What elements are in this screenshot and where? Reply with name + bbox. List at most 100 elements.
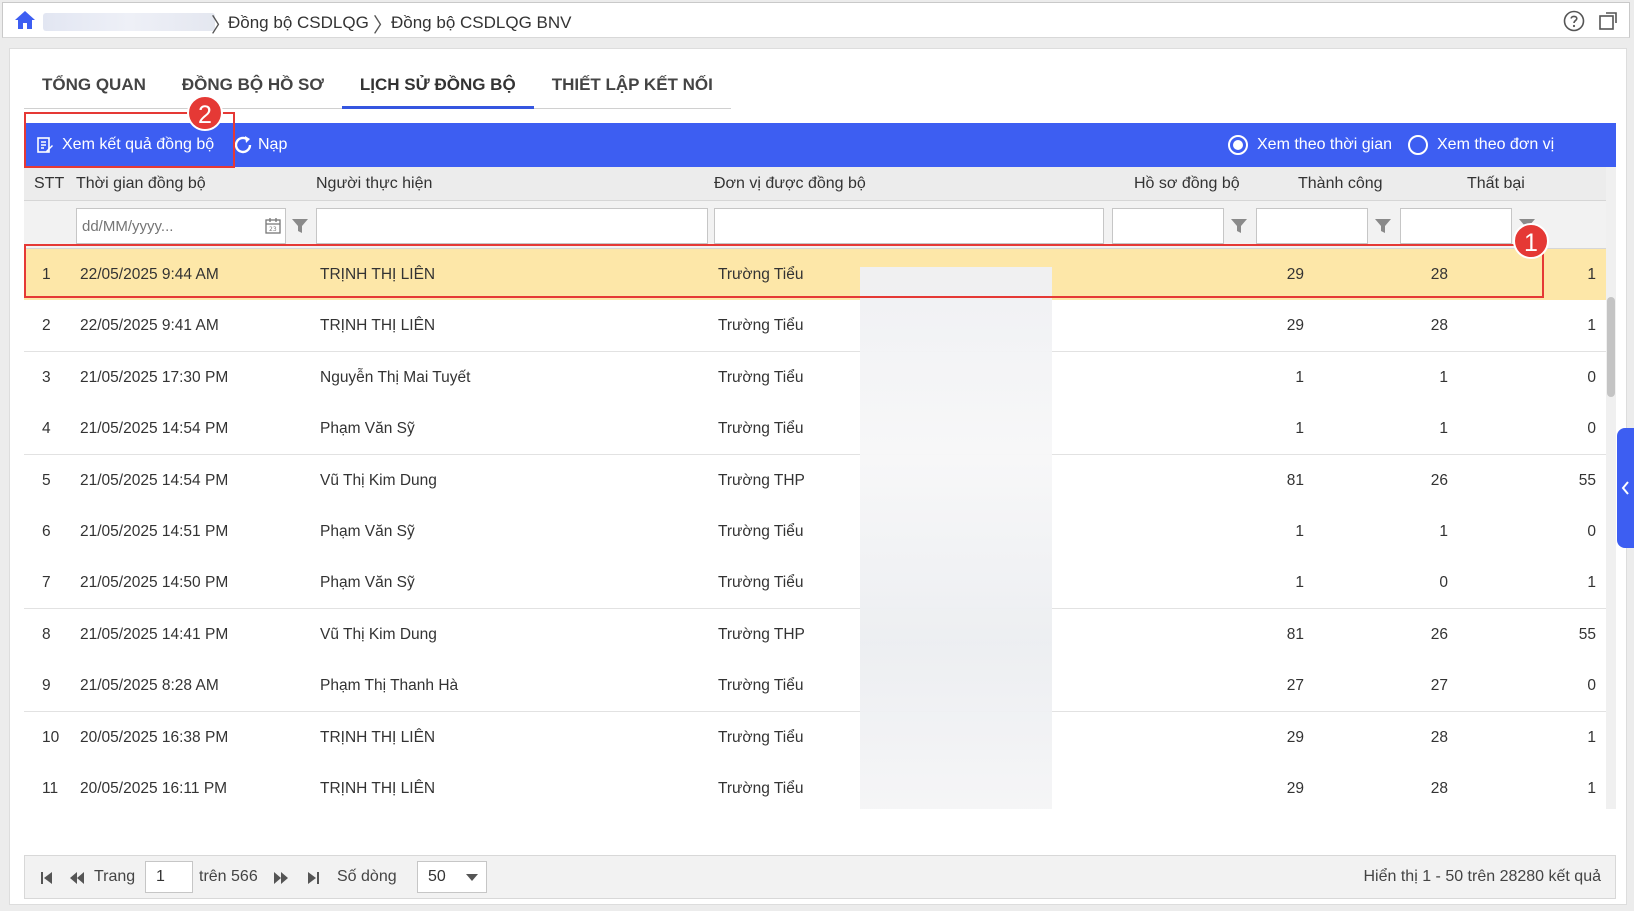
cell-success: 26 [1430, 471, 1448, 489]
unit-filter-input[interactable] [714, 208, 1104, 244]
cell-stt: 9 [42, 677, 51, 695]
column-header-failed[interactable]: Thất bại [1467, 175, 1525, 193]
table-row[interactable]: 4 21/05/2025 14:54 PM Phạm Văn Sỹ Trường Ti… [24, 403, 1606, 456]
filter-icon[interactable] [1374, 217, 1392, 235]
side-panel-toggle[interactable] [1617, 428, 1634, 548]
previous-page-icon[interactable] [69, 870, 85, 886]
cell-user: Vũ Thị Kim Dung [320, 471, 437, 489]
radio-by-time[interactable]: Xem theo thời gian [1228, 123, 1392, 167]
pager: Trang 1 trên 566 Số dòng 50 Hiển thị 1 -… [24, 855, 1616, 899]
records-filter-input[interactable] [1112, 208, 1224, 244]
radio-unselected-icon [1408, 135, 1428, 155]
table-row[interactable]: 11 20/05/2025 16:11 PM TRỊNH THỊ LIÊN Trườn… [24, 763, 1606, 809]
tab-sync-history[interactable]: LỊCH SỬ ĐỒNG BỘ [341, 73, 534, 109]
chevron-left-icon [1621, 481, 1629, 495]
cell-failed: 0 [1587, 677, 1596, 695]
cell-records: 29 [1286, 728, 1304, 746]
cell-success: 0 [1439, 574, 1448, 592]
cell-user: TRỊNH THỊ LIÊN [320, 780, 436, 797]
user-filter-input[interactable] [316, 208, 708, 244]
filter-icon[interactable] [1230, 217, 1248, 235]
cell-success: 27 [1430, 677, 1448, 695]
cell-stt: 10 [42, 728, 60, 746]
cell-failed: 1 [1587, 728, 1596, 746]
table-row[interactable]: 9 21/05/2025 8:28 AM Phạm Thị Thanh Hà Trườ… [24, 660, 1606, 713]
cell-failed: 1 [1587, 574, 1596, 592]
open-window-icon[interactable] [1597, 10, 1619, 32]
breadcrumb-item-current: Đồng bộ CSDLQG BNV [391, 13, 572, 32]
tab-overview[interactable]: TỔNG QUAN [24, 73, 164, 109]
blurred-breadcrumb-item [43, 13, 215, 31]
cell-failed: 0 [1587, 368, 1596, 386]
filter-icon[interactable] [291, 217, 309, 235]
last-page-icon[interactable] [305, 870, 321, 886]
date-filter-input[interactable] [76, 208, 286, 244]
tab-bar: TỔNG QUAN ĐỒNG BỘ HỒ SƠ LỊCH SỬ ĐỒNG BỘ … [24, 73, 731, 109]
cell-failed: 1 [1587, 317, 1596, 335]
table-row[interactable]: 5 21/05/2025 14:54 PM Vũ Thị Kim Dung Trườn… [24, 454, 1606, 507]
filter-row: 23 [24, 201, 1606, 249]
cell-time: 21/05/2025 14:41 PM [80, 625, 229, 643]
cell-success: 1 [1439, 523, 1448, 540]
cell-failed: 55 [1578, 625, 1596, 643]
cell-failed: 0 [1587, 523, 1596, 540]
reload-label: Nạp [258, 136, 288, 153]
cell-unit: Trường Tiểu [718, 728, 804, 746]
cell-unit: Trường Tiểu [718, 368, 804, 386]
radio-by-unit[interactable]: Xem theo đơn vị [1408, 123, 1554, 167]
scrollbar-thumb[interactable] [1607, 297, 1615, 397]
cell-stt: 11 [42, 780, 59, 797]
annotation-frame-selected-row [24, 244, 1544, 298]
cell-unit: Trường Tiểu [718, 420, 804, 438]
cell-success: 28 [1430, 317, 1448, 335]
cell-unit: Trường Tiểu [718, 523, 804, 540]
tab-connection-settings[interactable]: THIẾT LẬP KẾT NỐI [534, 73, 731, 109]
vertical-scrollbar[interactable] [1606, 167, 1616, 809]
cell-stt: 6 [42, 523, 51, 540]
column-header-unit[interactable]: Đơn vị được đồng bộ [714, 175, 866, 193]
refresh-icon [234, 136, 252, 154]
cell-records: 81 [1286, 625, 1304, 643]
table-row[interactable]: 2 22/05/2025 9:41 AM TRỊNH THỊ LIÊN Trường … [24, 300, 1606, 353]
cell-unit: Trường Tiểu [718, 677, 804, 695]
cell-time: 21/05/2025 14:54 PM [80, 420, 229, 438]
blurred-unit-names [860, 267, 1052, 809]
cell-failed: 1 [1587, 266, 1596, 283]
table-row[interactable]: 8 21/05/2025 14:41 PM Vũ Thị Kim Dung Trườn… [24, 608, 1606, 661]
breadcrumb-item-sync[interactable]: Đồng bộ CSDLQG [228, 13, 369, 33]
cell-stt: 7 [42, 574, 51, 592]
cell-failed: 1 [1587, 780, 1596, 797]
rows-per-page-label: Số dòng [337, 868, 397, 885]
cell-user: TRỊNH THỊ LIÊN [320, 317, 436, 335]
first-page-icon[interactable] [39, 870, 55, 886]
page-size-select[interactable]: 50 [417, 861, 487, 893]
cell-user: Phạm Văn Sỹ [320, 420, 415, 438]
page-number-input[interactable]: 1 [145, 861, 193, 893]
total-pages-label: trên 566 [199, 868, 258, 885]
cell-unit: Trường THP [718, 625, 805, 643]
cell-time: 20/05/2025 16:38 PM [80, 728, 229, 746]
cell-user: Phạm Thị Thanh Hà [320, 677, 459, 695]
table-row[interactable]: 7 21/05/2025 14:50 PM Phạm Văn Sỹ Trường Ti… [24, 557, 1606, 610]
next-page-icon[interactable] [273, 870, 289, 886]
svg-text:23: 23 [269, 226, 277, 233]
reload-button[interactable]: Nạp [232, 123, 287, 167]
column-header-user[interactable]: Người thực hiện [316, 175, 432, 193]
column-header-success[interactable]: Thành công [1298, 175, 1383, 193]
help-icon[interactable] [1563, 10, 1585, 32]
cell-time: 21/05/2025 14:54 PM [80, 471, 229, 489]
success-filter-input[interactable] [1256, 208, 1368, 244]
column-header-records[interactable]: Hồ sơ đồng bộ [1134, 175, 1240, 193]
table-row[interactable]: 3 21/05/2025 17:30 PM Nguyễn Thị Mai Tuyết… [24, 351, 1606, 404]
failed-filter-input[interactable] [1400, 208, 1512, 244]
breadcrumb-bar: 〉 Đồng bộ CSDLQG 〉 Đồng bộ CSDLQG BNV [2, 2, 1630, 38]
table-row[interactable]: 10 20/05/2025 16:38 PM TRỊNH THỊ LIÊN Trườn… [24, 711, 1606, 764]
cell-success: 1 [1439, 420, 1448, 438]
column-header-stt[interactable]: STT [34, 175, 64, 193]
calendar-icon[interactable]: 23 [264, 217, 282, 235]
column-header-time[interactable]: Thời gian đồng bộ [76, 175, 206, 193]
table-row[interactable]: 6 21/05/2025 14:51 PM Phạm Văn Sỹ Trường Ti… [24, 506, 1606, 558]
home-icon[interactable] [13, 9, 37, 31]
cell-stt: 2 [42, 317, 51, 335]
cell-records: 29 [1286, 780, 1304, 797]
